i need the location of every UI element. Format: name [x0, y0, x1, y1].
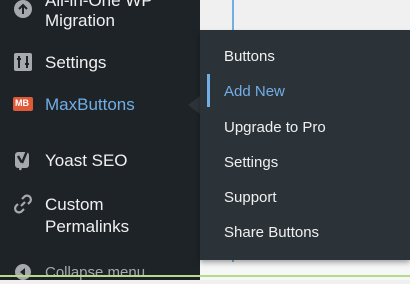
- submenu-item-add-new[interactable]: Add New: [224, 82, 285, 102]
- settings-sliders-icon: [12, 51, 34, 73]
- submenu-item-share-buttons[interactable]: Share Buttons: [224, 223, 319, 243]
- sidebar-item-label: Settings: [45, 53, 107, 72]
- submenu-item-upgrade-to-pro[interactable]: Upgrade to Pro: [224, 118, 326, 138]
- yoast-logo-icon: [12, 149, 34, 171]
- migration-icon: [12, 0, 34, 20]
- sidebar-item-yoast-seo[interactable]: Yoast SEO: [0, 148, 200, 174]
- sidebar-item-settings[interactable]: Settings: [0, 50, 200, 76]
- collapse-menu-button[interactable]: Collapse menu: [0, 260, 200, 282]
- link-icon: [12, 193, 34, 215]
- sidebar-item-label-line2: Permalinks: [45, 217, 130, 236]
- submenu-item-buttons[interactable]: Buttons: [224, 47, 275, 67]
- collapse-menu-label: Collapse menu: [45, 264, 146, 281]
- submenu-item-support[interactable]: Support: [224, 188, 277, 208]
- sidebar-item-label-line2: Migration: [45, 11, 115, 30]
- maxbuttons-logo-text: MB: [15, 98, 29, 108]
- admin-sidebar: All-in-One WP Migration Settings MB MaxB…: [0, 0, 200, 282]
- content-footer-strip: [200, 262, 410, 280]
- sidebar-item-custom-permalinks[interactable]: Custom Permalinks: [0, 192, 200, 238]
- maxbuttons-submenu-flyout: Buttons Add New Upgrade to Pro Settings …: [200, 30, 410, 260]
- bottom-green-border: [0, 275, 410, 277]
- flyout-pointer-arrow: [188, 96, 200, 114]
- maxbuttons-logo-icon: MB: [12, 93, 34, 115]
- submenu-focus-indicator: [207, 74, 210, 107]
- sidebar-item-label: Yoast SEO: [45, 151, 128, 170]
- sidebar-item-label: Custom: [45, 195, 104, 214]
- sidebar-item-all-in-one-wp-migration[interactable]: All-in-One WP Migration: [0, 0, 200, 40]
- sidebar-item-maxbuttons[interactable]: MB MaxButtons: [0, 92, 200, 118]
- submenu-item-settings[interactable]: Settings: [224, 153, 278, 173]
- sidebar-item-label: MaxButtons: [45, 95, 135, 114]
